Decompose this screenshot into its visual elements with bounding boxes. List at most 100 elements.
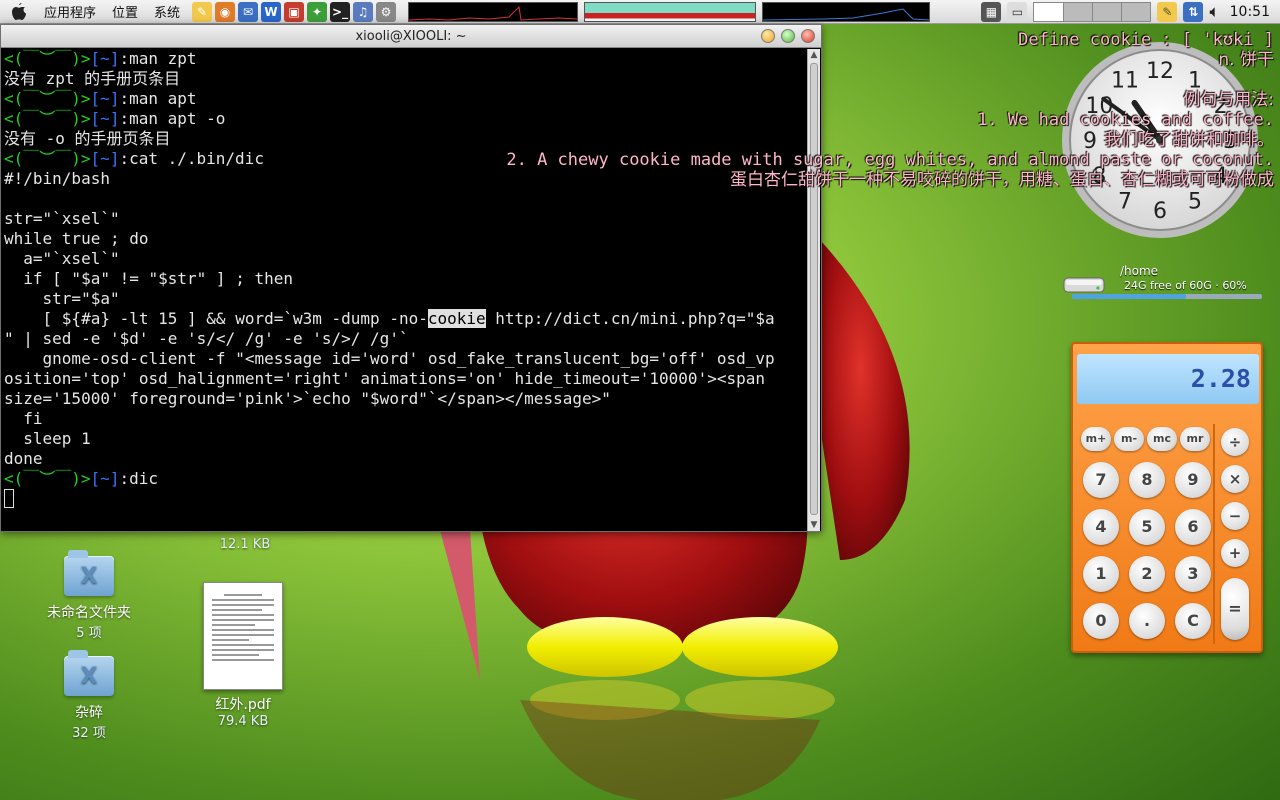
calc-clear-button[interactable]: C bbox=[1175, 603, 1211, 639]
folder-label: 未命名文件夹 bbox=[47, 605, 131, 621]
disk-usage-widget: /home 24G free of 60G · 60% bbox=[1062, 264, 1272, 304]
calc-subtract-button[interactable]: − bbox=[1221, 502, 1249, 530]
prompt-path: [~] bbox=[90, 469, 120, 488]
calc-mplus-button[interactable]: m+ bbox=[1081, 427, 1111, 451]
output-text: osition='top' osd_halignment='right' ani… bbox=[4, 369, 765, 388]
folder-label: 杂碎 bbox=[75, 705, 103, 721]
command-text: :cat ./.bin/dic bbox=[119, 149, 264, 168]
terminal-line: fi bbox=[4, 409, 808, 429]
output-text: " | sed -e '$d' -e 's/</ /g' -e 's/>/ /g… bbox=[4, 329, 409, 348]
disk-mount-label: /home bbox=[1120, 264, 1159, 278]
osd-example-2: 2. A chewy cookie made with sugar, egg w… bbox=[506, 150, 1274, 170]
command-text: :man apt bbox=[119, 89, 197, 108]
output-text: size='15000' foreground='pink'>`echo "$w… bbox=[4, 389, 611, 408]
desktop-file-size-label: 12.1 KB bbox=[205, 536, 285, 552]
output-text: str="$a" bbox=[4, 289, 120, 308]
calc-2-button[interactable]: 2 bbox=[1129, 556, 1165, 592]
clock-numeral: 6 bbox=[1153, 199, 1167, 224]
calc-3-button[interactable]: 3 bbox=[1175, 556, 1211, 592]
output-text: str="`xsel`" bbox=[4, 209, 120, 228]
clock-numeral: 7 bbox=[1118, 190, 1132, 215]
prompt-path: [~] bbox=[90, 109, 120, 128]
prompt-face: <(￣︶￣)> bbox=[4, 49, 91, 68]
calc-add-button[interactable]: + bbox=[1221, 539, 1249, 567]
selected-word[interactable]: cookie bbox=[427, 309, 486, 328]
command-text: :man zpt bbox=[119, 49, 197, 68]
desktop-folder-untitled[interactable]: X 未命名文件夹 5 项 bbox=[40, 550, 138, 641]
calc-dot-button[interactable]: . bbox=[1129, 603, 1165, 639]
disk-usage-bar bbox=[1072, 294, 1262, 299]
text-cursor bbox=[4, 489, 14, 508]
osd-example-1-translation: 我们吃了甜饼和咖啡。 bbox=[1104, 130, 1274, 150]
output-text: [ ${#a} -lt 15 ] && word=`w3m -dump -no- bbox=[4, 309, 428, 328]
terminal-line: if [ "$a" != "$str" ] ; then bbox=[4, 269, 808, 289]
terminal-line: " | sed -e '$d' -e 's/</ /g' -e 's/>/ /g… bbox=[4, 329, 808, 349]
terminal-line: while true ; do bbox=[4, 229, 808, 249]
calculator-display: 2.28 bbox=[1077, 354, 1259, 404]
osd-pos-line: n. 饼干 bbox=[1218, 50, 1274, 70]
calc-multiply-button[interactable]: × bbox=[1221, 465, 1249, 493]
osd-examples-header: 例句与用法: bbox=[1183, 90, 1274, 110]
terminal-line: str="$a" bbox=[4, 289, 808, 309]
prompt-path: [~] bbox=[90, 149, 120, 168]
calc-1-button[interactable]: 1 bbox=[1083, 556, 1119, 592]
folder-count: 32 项 bbox=[72, 726, 106, 741]
calc-7-button[interactable]: 7 bbox=[1083, 462, 1119, 498]
output-text: while true ; do bbox=[4, 229, 149, 248]
terminal-line: [ ${#a} -lt 15 ] && word=`w3m -dump -no-… bbox=[4, 309, 808, 329]
calc-mminus-button[interactable]: m- bbox=[1114, 427, 1144, 451]
calc-divide-button[interactable]: ÷ bbox=[1221, 428, 1249, 456]
calc-equals-button[interactable]: = bbox=[1221, 578, 1249, 640]
calc-mr-button[interactable]: mr bbox=[1180, 427, 1210, 451]
terminal-line: <(￣︶￣)>[~]:dic bbox=[4, 469, 808, 489]
terminal-line: gnome-osd-client -f "<message id='word' … bbox=[4, 349, 808, 369]
terminal-line: osition='top' osd_halignment='right' ani… bbox=[4, 369, 808, 389]
terminal-line bbox=[4, 489, 808, 509]
terminal-line: a="`xsel`" bbox=[4, 249, 808, 269]
output-text: a="`xsel`" bbox=[4, 249, 120, 268]
calc-8-button[interactable]: 8 bbox=[1129, 462, 1165, 498]
output-text: 没有 -o 的手册页条目 bbox=[4, 129, 171, 148]
terminal-line: sleep 1 bbox=[4, 429, 808, 449]
calculator-divider bbox=[1213, 424, 1215, 644]
dictionary-osd-overlay: Define cookie : [ 'kʊki ] n. 饼干 例句与用法: 1… bbox=[414, 30, 1274, 190]
file-size-text: 12.1 KB bbox=[219, 537, 271, 552]
hard-drive-icon bbox=[1063, 277, 1105, 293]
output-text: fi bbox=[4, 409, 43, 428]
output-text: #!/bin/bash bbox=[4, 169, 110, 188]
prompt-face: <(￣︶￣)> bbox=[4, 89, 91, 108]
prompt-path: [~] bbox=[90, 49, 120, 68]
terminal-line: str="`xsel`" bbox=[4, 209, 808, 229]
prompt-face: <(￣︶￣)> bbox=[4, 469, 91, 488]
output-text: done bbox=[4, 449, 43, 468]
pdf-label: 红外.pdf bbox=[215, 697, 271, 713]
desktop-folder-misc[interactable]: X 杂碎 32 项 bbox=[40, 650, 138, 741]
output-text: 没有 zpt 的手册页条目 bbox=[4, 69, 181, 88]
calc-6-button[interactable]: 6 bbox=[1175, 509, 1211, 545]
output-text: http://dict.cn/mini.php?q="$a bbox=[485, 309, 775, 328]
terminal-line: done bbox=[4, 449, 808, 469]
disk-info-text: 24G free of 60G · 60% bbox=[1124, 279, 1247, 292]
calc-5-button[interactable]: 5 bbox=[1129, 509, 1165, 545]
calculator-widget[interactable]: 2.28 = m+ m-mc mr 7 8 9 4 5 6 1 2 3 0. C ÷ × − + bbox=[1071, 342, 1263, 653]
output-text: gnome-osd-client -f "<message id='word' … bbox=[4, 349, 775, 368]
calc-9-button[interactable]: 9 bbox=[1175, 462, 1211, 498]
calc-0-button[interactable]: 0 bbox=[1083, 603, 1119, 639]
output-text: sleep 1 bbox=[4, 429, 91, 448]
osd-example-2-translation: 蛋白杏仁甜饼干一种不易咬碎的饼干，用糖、蛋白、杏仁糊或可可粉做成 bbox=[730, 170, 1274, 190]
command-text: :man apt -o bbox=[119, 109, 226, 128]
terminal-line: size='15000' foreground='pink'>`echo "$w… bbox=[4, 389, 808, 409]
folder-count: 5 项 bbox=[76, 626, 102, 641]
desktop-file-pdf[interactable]: 红外.pdf 79.4 KB bbox=[196, 582, 290, 729]
scroll-down-icon[interactable]: ▼ bbox=[808, 519, 820, 531]
folder-icon: X bbox=[64, 650, 114, 696]
prompt-path: [~] bbox=[90, 89, 120, 108]
output-text: if [ "$a" != "$str" ] ; then bbox=[4, 269, 293, 288]
prompt-face: <(￣︶￣)> bbox=[4, 149, 91, 168]
pdf-size: 79.4 KB bbox=[217, 714, 269, 729]
prompt-face: <(￣︶￣)> bbox=[4, 109, 91, 128]
command-text: :dic bbox=[119, 469, 158, 488]
calc-4-button[interactable]: 4 bbox=[1083, 509, 1119, 545]
calc-mc-button[interactable]: mc bbox=[1147, 427, 1177, 451]
